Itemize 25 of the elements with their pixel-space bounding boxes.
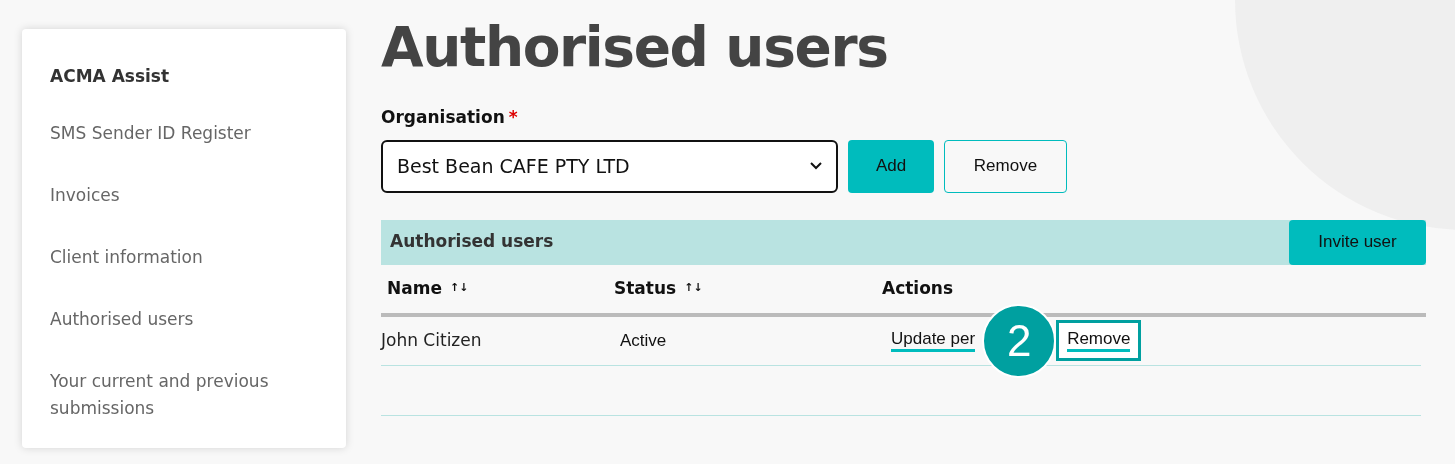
sidebar-link[interactable]: Your current and previous submissions (50, 368, 290, 422)
column-header: Actions (882, 276, 954, 300)
column-header[interactable]: Status (614, 275, 677, 302)
field-label: Organisation (381, 106, 505, 129)
remove-button[interactable]: Remove (944, 139, 1067, 193)
sidebar-title: ACMA Assist (50, 65, 171, 88)
add-button[interactable]: Add (848, 139, 934, 193)
table-title: Authorised users (390, 230, 554, 254)
page-title: Authorised users (381, 20, 889, 75)
action-link[interactable]: Remove (1067, 329, 1131, 352)
sort-icon[interactable]: ↑↓ (449, 280, 469, 297)
action-link[interactable]: Update per (891, 329, 976, 352)
sidebar-link[interactable]: Authorised users (50, 306, 290, 333)
invite-user-button[interactable]: Invite user (1289, 219, 1426, 265)
chevron-down-icon (810, 162, 822, 170)
sidebar-link[interactable]: Client information (50, 244, 290, 271)
table-cell-text: Active (620, 329, 668, 352)
step-badge: 2 (982, 303, 1057, 378)
sidebar-link[interactable]: Invoices (50, 182, 290, 209)
column-header[interactable]: Name (387, 275, 442, 302)
sidebar-link[interactable]: SMS Sender ID Register (50, 120, 290, 147)
organisation-select[interactable]: Best Bean CAFE PTY LTD (381, 139, 838, 193)
sort-icon[interactable]: ↑↓ (684, 280, 703, 297)
table-cell-text: John Citizen (381, 328, 483, 352)
required-mark: * (508, 106, 518, 129)
